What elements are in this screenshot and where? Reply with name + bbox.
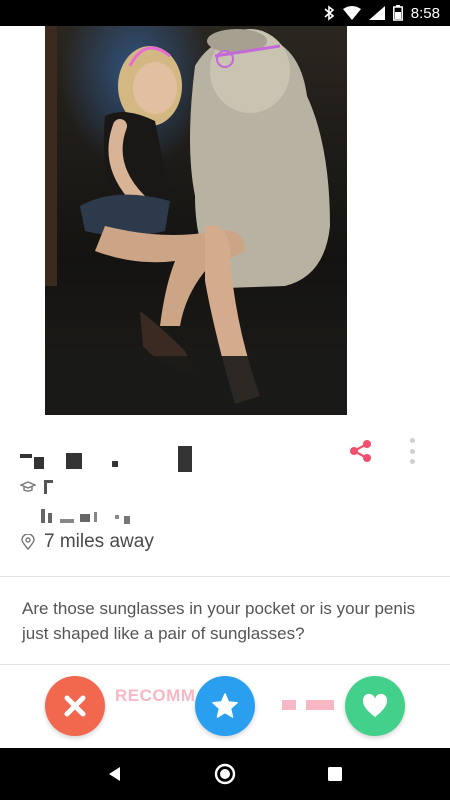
more-dot xyxy=(409,448,415,454)
location-pin-icon xyxy=(20,534,36,550)
nope-icon xyxy=(64,695,86,717)
profile-school xyxy=(20,479,53,495)
back-icon xyxy=(109,767,120,781)
divider xyxy=(0,664,450,665)
super-like-button[interactable] xyxy=(195,676,255,736)
divider xyxy=(0,576,450,577)
more-dot xyxy=(409,438,415,443)
system-nav-bar xyxy=(0,748,450,800)
home-button[interactable] xyxy=(205,754,245,794)
status-bar: 8:58 xyxy=(0,0,450,26)
profile-job-redacted xyxy=(41,508,130,524)
profile-name-redacted xyxy=(20,444,192,474)
like-button[interactable] xyxy=(345,676,405,736)
share-icon xyxy=(350,440,371,462)
bluetooth-icon xyxy=(323,5,335,21)
recommend-label[interactable]: RECOMM xyxy=(115,686,195,706)
more-options-button[interactable] xyxy=(404,434,420,468)
profile-distance: 7 miles away xyxy=(20,531,154,553)
recommend-redaction xyxy=(282,700,296,710)
profile-bio: Are those sunglasses in your pocket or i… xyxy=(22,599,416,643)
recommend-redaction xyxy=(306,700,334,710)
distance-text: 7 miles away xyxy=(44,531,154,552)
more-dot xyxy=(409,459,415,464)
battery-icon xyxy=(392,5,403,21)
like-heart-icon xyxy=(362,693,388,717)
photo-area xyxy=(0,26,450,418)
home-icon xyxy=(214,763,236,785)
profile-photo[interactable] xyxy=(45,26,347,415)
wifi-icon xyxy=(342,6,361,20)
recents-icon xyxy=(328,767,342,781)
nope-button[interactable] xyxy=(45,676,105,736)
back-button[interactable] xyxy=(95,754,135,794)
signal-icon xyxy=(368,6,385,20)
graduation-cap-icon xyxy=(20,479,36,495)
recents-button[interactable] xyxy=(315,754,355,794)
super-like-star-icon xyxy=(212,693,238,718)
status-time: 8:58 xyxy=(410,4,440,22)
profile-info: 7 miles away xyxy=(0,418,450,576)
share-button[interactable] xyxy=(346,436,376,466)
